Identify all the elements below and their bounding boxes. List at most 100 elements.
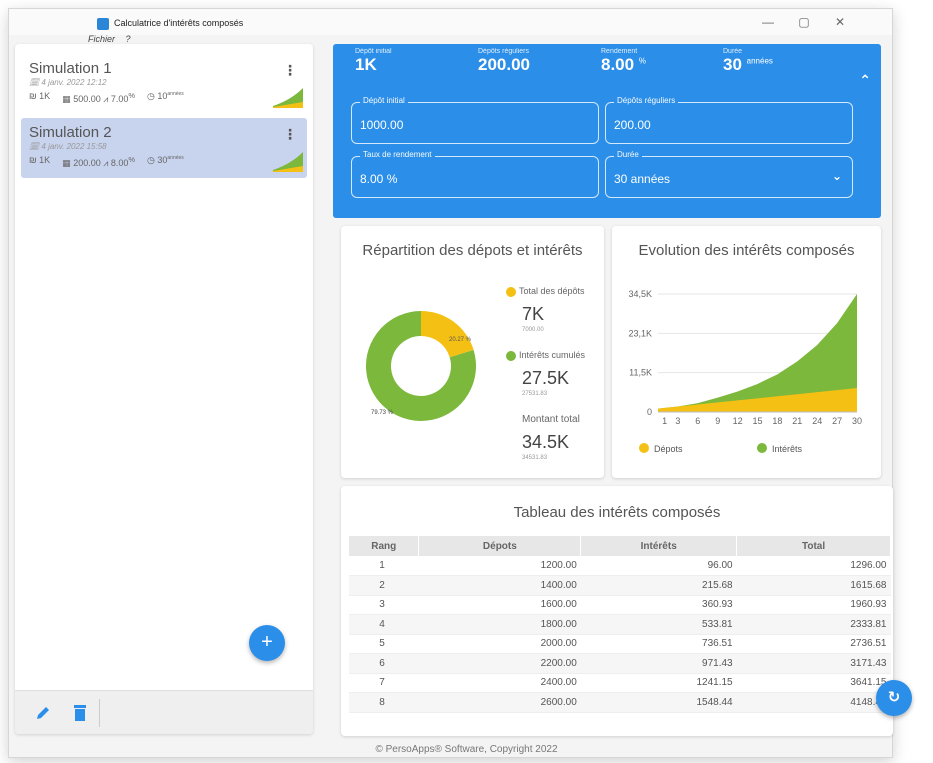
chevron-up-icon[interactable]: ⌃ [859,72,871,89]
clock-icon: ◷ [147,91,158,101]
x-tick-label: 1 [662,416,667,426]
app-title: Calculatrice d'intérêts composés [114,18,244,28]
x-tick-label: 15 [752,416,762,426]
y-tick-label: 23,1K [628,328,652,338]
x-tick-label: 3 [675,416,680,426]
regular-deposit-field[interactable]: Dépôts réguliers 200.00 [605,96,853,144]
menu-help[interactable]: ? [126,34,131,44]
legend-dot-icon [506,350,516,361]
deposits-exact: 7000.00 [522,327,544,333]
trend-icon: ⩘ [103,158,111,168]
close-button[interactable]: ✕ [831,15,849,29]
summary-regular: Dépôts réguliers 200.00 [478,48,530,74]
y-tick-label: 11,5K [629,368,652,378]
table-row[interactable]: 8 2600.00 1548.44 4148.44 [349,692,891,713]
simulation-name: Simulation 1 [29,60,112,77]
simulation-deposit: 1K [39,155,51,165]
table-row[interactable]: 4 1800.00 533.81 2333.81 [349,614,891,635]
simulation-regular: 500.00 [73,94,101,104]
simulation-deposit: 1K [39,91,51,101]
clock-icon: ◷ [147,155,158,165]
more-vertical-icon[interactable]: ⋮ [283,62,297,79]
evolution-title: Evolution des intérêts composés [638,242,855,259]
table-title: Tableau des intérêts composés [513,504,721,521]
maximize-button[interactable]: ▢ [795,15,813,29]
table-row[interactable]: 2 1400.00 215.68 1615.68 [349,575,891,596]
sidebar-toolbar [15,690,313,734]
legend-deposits: Total des dépôts [506,286,585,297]
table-row[interactable]: 5 2000.00 736.51 2736.51 [349,634,891,654]
simulation-card[interactable]: Simulation 2 🗓 4 janv. 2022 15:58 ₪ 1K ▦… [21,118,307,178]
donut-chart: 20.27 % 79.73 % [366,311,476,421]
simulation-name: Simulation 2 [29,124,112,141]
legend-dot-icon [506,286,516,297]
y-tick-label: 0 [647,407,652,417]
minimize-button[interactable]: — [759,15,777,29]
column-header[interactable]: Dépots [418,536,582,556]
refresh-button[interactable]: ↻ [876,680,912,716]
column-header[interactable]: Rang [349,536,420,556]
table-card: Tableau des intérêts composés Rang Dépot… [341,486,893,736]
calendar-icon: ▦ [62,94,74,104]
table-row[interactable]: 1 1200.00 96.00 1296.00 [349,556,891,576]
simulation-card[interactable]: Simulation 1 🗓 4 janv. 2022 12:12 ₪ 1K ▦… [21,54,307,114]
simulation-rate: 7.00 [110,94,129,104]
interest-total: 27.5K [522,368,570,388]
simulation-duration-unit: années [167,155,184,161]
chevron-down-icon: ⌄ [831,169,842,183]
initial-deposit-field[interactable]: Dépôt initial 1000.00 [351,96,599,144]
summary-rate: Rendement 8.00 % [601,48,646,74]
parameters-panel: Dépôt initial 1K Dépôts réguliers 200.00… [333,44,881,218]
delete-trash-icon[interactable] [73,704,87,722]
column-header[interactable]: Total [736,536,891,556]
edit-pencil-icon[interactable] [35,705,51,721]
amount-total: 34.5K [522,432,570,452]
more-vertical-icon[interactable]: ⋮ [283,126,297,143]
add-simulation-button[interactable]: + [249,625,285,661]
donut-label-interest: 79.73 % [371,410,394,416]
simulation-rate-unit: % [128,91,136,100]
simulation-duration-unit: années [167,91,184,97]
table-row[interactable]: 7 2400.00 1241.15 3641.15 [349,673,891,693]
x-tick-label: 12 [733,416,743,426]
column-header[interactable]: Intérêts [580,536,738,556]
interest-table: Rang Dépots Intérêts Total 1 1200.00 96.00… [349,536,891,713]
donut-slice-deposits [421,311,474,358]
table-row[interactable]: 6 2200.00 971.43 3171.43 [349,653,891,674]
legend-interest: Intérêts cumulés [506,350,585,361]
simulation-rate-unit: % [128,155,136,164]
menu-fichier[interactable]: Fichier [88,34,115,44]
simulation-regular: 200.00 [73,158,101,168]
summary-duration: Durée 30 années [723,48,773,74]
legend-label: Intérêts [772,444,803,454]
app-icon [97,18,109,30]
calendar-icon: 🗓 [29,78,42,87]
table-header-row: Rang Dépots Intérêts Total [349,536,891,556]
money-icon: ₪ [29,155,40,165]
money-icon: ₪ [29,91,40,101]
distribution-card: Répartition des dépots et intérêts 20.27… [341,226,604,478]
distribution-title: Répartition des dépots et intérêts [362,242,583,259]
simulation-rate: 8.00 [110,158,129,168]
simulation-duration: 10 [157,91,168,101]
menu-bar: Fichier ? [88,34,139,44]
rate-field[interactable]: Taux de rendement 8.00 % [351,150,599,198]
donut-label-deposits: 20.27 % [449,337,472,343]
title-bar: Calculatrice d'intérêts composés — ▢ ✕ [9,9,892,35]
evolution-card: Evolution des intérêts composés 0 11,5K 23… [612,226,881,478]
growth-sparkline-icon [273,88,303,108]
x-tick-label: 6 [695,416,700,426]
simulation-duration: 30 [157,155,168,165]
duration-select[interactable]: Durée 30 années ⌄ [605,150,853,198]
legend-label: Dépots [654,444,683,454]
refresh-icon: ↻ [887,689,901,706]
growth-sparkline-icon [273,152,303,172]
area-chart: 0 11,5K 23,1K 34,5K 1 3 6 9 12 15 18 21 24 27 30 Dépots… [628,289,862,454]
x-tick-label: 21 [792,416,802,426]
deposits-total: 7K [522,304,545,324]
interest-exact: 27531.83 [522,391,548,397]
table-row[interactable]: 3 1600.00 360.93 1960.93 [349,595,891,615]
y-tick-label: 34,5K [628,289,652,299]
x-tick-label: 9 [715,416,720,426]
simulation-date: 4 janv. 2022 12:12 [41,78,107,87]
